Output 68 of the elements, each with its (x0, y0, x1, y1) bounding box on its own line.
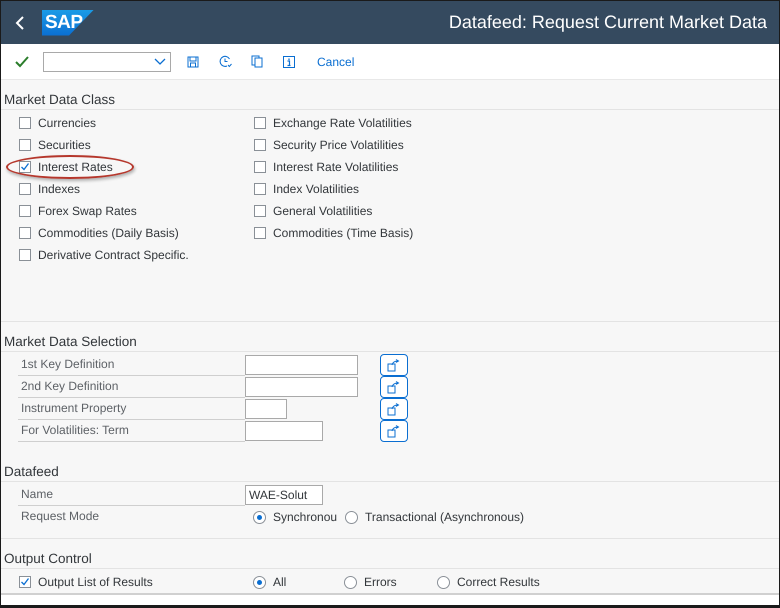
square-arrow-icon[interactable] (387, 358, 401, 372)
radio-label: Synchronou (273, 510, 338, 524)
field-label: 2nd Key Definition (18, 376, 245, 398)
checkbox[interactable] (19, 249, 31, 261)
field-label: 1st Key Definition (18, 354, 245, 376)
cancel-button[interactable]: Cancel (317, 54, 354, 68)
section-title: Market Data Class (1, 90, 779, 110)
checkbox[interactable] (254, 205, 266, 217)
field-label: Instrument Property (18, 398, 245, 420)
caret-icon[interactable] (154, 58, 166, 66)
input-field[interactable] (245, 377, 358, 397)
logo: SAP (42, 10, 94, 36)
checkbox[interactable] (254, 161, 266, 173)
checkbox-label: Indexes (38, 182, 80, 196)
checkbox[interactable] (254, 117, 266, 129)
input-field[interactable] (245, 421, 323, 441)
input-field[interactable] (245, 355, 358, 375)
radio-button[interactable] (437, 576, 450, 588)
radio-label: Correct Results (457, 575, 540, 589)
radio-label: Transactional (Asynchronous) (365, 510, 524, 524)
radio-button[interactable] (253, 576, 266, 588)
section-title: Market Data Selection (1, 332, 779, 352)
radio-button[interactable] (345, 510, 358, 524)
input-field[interactable] (245, 399, 287, 419)
field-label: For Volatilities: Term (18, 420, 245, 442)
checkbox[interactable] (254, 183, 266, 195)
value-help-button[interactable] (380, 398, 408, 420)
checkbox-label: Index Volatilities (273, 182, 360, 196)
checkbox[interactable] (19, 183, 31, 195)
command-field[interactable] (43, 52, 171, 72)
checkmark-icon[interactable] (15, 56, 29, 68)
checkbox-label: Securities (38, 138, 91, 152)
radio-button[interactable] (253, 510, 266, 524)
checkbox[interactable] (19, 117, 31, 129)
back-icon[interactable] (15, 14, 25, 30)
input-field[interactable]: WAE-Solut (245, 485, 323, 505)
value-help-button[interactable] (380, 354, 408, 376)
radio-label: Errors (364, 575, 397, 589)
square-arrow-icon[interactable] (387, 424, 401, 438)
checkbox[interactable] (254, 227, 266, 239)
checkbox-label: Commodities (Time Basis) (273, 226, 414, 240)
checkbox-label: Commodities (Daily Basis) (38, 226, 179, 240)
section-title: Output Control (1, 549, 779, 569)
checkbox-label: Derivative Contract Specific. (38, 248, 189, 262)
checkbox[interactable] (19, 227, 31, 239)
radio-button[interactable] (344, 576, 357, 588)
square-arrow-icon[interactable] (387, 380, 401, 394)
field-label: Name (18, 484, 245, 506)
checkbox-label: Exchange Rate Volatilities (273, 116, 412, 130)
window-title: Datafeed: Request Current Market Data (448, 12, 767, 33)
checkbox-label: Currencies (38, 116, 96, 130)
section-title: Datafeed (1, 462, 779, 482)
checkbox-label: Forex Swap Rates (38, 204, 137, 218)
checkbox[interactable] (254, 139, 266, 151)
value-help-button[interactable] (380, 376, 408, 398)
checkbox[interactable] (19, 139, 31, 151)
checkbox-label: Interest Rate Volatilities (273, 160, 398, 174)
checkbox-label: Interest Rates (38, 160, 113, 174)
value-help-button[interactable] (380, 420, 408, 442)
checkbox[interactable] (19, 161, 31, 173)
radio-label: All (273, 575, 286, 589)
field-label: Request Mode (20, 508, 100, 525)
checkbox-label: Security Price Volatilities (273, 138, 404, 152)
checkbox[interactable] (19, 576, 31, 588)
checkbox-label: Output List of Results (38, 575, 153, 589)
square-arrow-icon[interactable] (387, 402, 401, 416)
checkbox-label: General Volatilities (273, 204, 372, 218)
checkbox[interactable] (19, 205, 31, 217)
